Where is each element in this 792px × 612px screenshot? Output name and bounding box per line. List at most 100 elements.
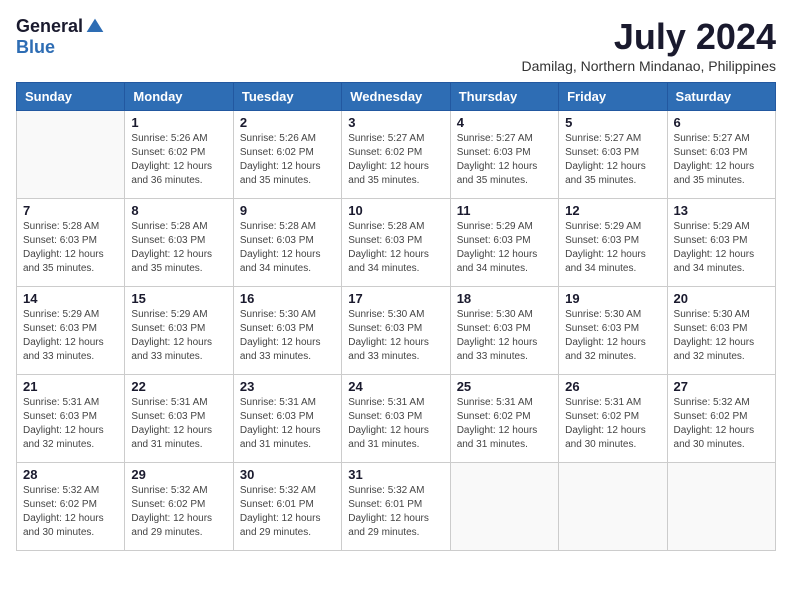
logo-general-text: General <box>16 16 83 37</box>
day-info: Sunrise: 5:27 AM Sunset: 6:03 PM Dayligh… <box>457 132 552 188</box>
day-number: 4 <box>457 115 552 130</box>
weekday-header-row: Sunday Monday Tuesday Wednesday Thursday… <box>17 83 776 111</box>
day-info: Sunrise: 5:31 AM Sunset: 6:03 PM Dayligh… <box>348 396 443 452</box>
day-number: 31 <box>348 467 443 482</box>
table-row: 22Sunrise: 5:31 AM Sunset: 6:03 PM Dayli… <box>125 375 233 463</box>
day-info: Sunrise: 5:29 AM Sunset: 6:03 PM Dayligh… <box>23 308 118 364</box>
title-section: July 2024 Damilag, Northern Mindanao, Ph… <box>522 16 776 74</box>
table-row: 3 Sunrise: 5:27 AM Sunset: 6:02 PM Daylig… <box>342 111 450 199</box>
table-row <box>17 111 125 199</box>
table-row: 10 Sunrise: 5:28 AM Sunset: 6:03 PM Dayli… <box>342 199 450 287</box>
day-number: 9 <box>240 203 335 218</box>
day-number: 21 <box>23 379 118 394</box>
day-number: 2 <box>240 115 335 130</box>
logo-icon <box>85 17 105 37</box>
day-number: 19 <box>565 291 660 306</box>
table-row: 26 Sunrise: 5:31 AM Sunset: 6:02 PM Dayli… <box>559 375 667 463</box>
week-row-2: 7 Sunrise: 5:28 AM Sunset: 6:03 PM Daylig… <box>17 199 776 287</box>
page-header: General Blue July 2024 Damilag, Northern… <box>16 16 776 74</box>
day-number: 17 <box>348 291 443 306</box>
day-number: 1 <box>131 115 226 130</box>
day-info: Sunrise: 5:28 AM Sunset: 6:03 PM Dayligh… <box>348 220 443 276</box>
day-info: Sunrise: 5:26 AM Sunset: 6:02 PM Dayligh… <box>131 132 226 188</box>
day-info: Sunrise: 5:31 AM Sunset: 6:02 PM Dayligh… <box>565 396 660 452</box>
day-number: 14 <box>23 291 118 306</box>
header-monday: Monday <box>125 83 233 111</box>
week-row-5: 28 Sunrise: 5:32 AM Sunset: 6:02 PM Dayli… <box>17 463 776 551</box>
logo-blue-text: Blue <box>16 37 55 58</box>
table-row: 27 Sunrise: 5:32 AM Sunset: 6:02 PM Dayli… <box>667 375 775 463</box>
table-row <box>450 463 558 551</box>
table-row: 4 Sunrise: 5:27 AM Sunset: 6:03 PM Daylig… <box>450 111 558 199</box>
day-info: Sunrise: 5:29 AM Sunset: 6:03 PM Dayligh… <box>457 220 552 276</box>
table-row: 18 Sunrise: 5:30 AM Sunset: 6:03 PM Dayli… <box>450 287 558 375</box>
logo: General Blue <box>16 16 105 58</box>
day-number: 22 <box>131 379 226 394</box>
header-friday: Friday <box>559 83 667 111</box>
table-row: 5Sunrise: 5:27 AM Sunset: 6:03 PM Daylig… <box>559 111 667 199</box>
day-info: Sunrise: 5:30 AM Sunset: 6:03 PM Dayligh… <box>240 308 335 364</box>
day-info: Sunrise: 5:28 AM Sunset: 6:03 PM Dayligh… <box>23 220 118 276</box>
week-row-4: 21 Sunrise: 5:31 AM Sunset: 6:03 PM Dayli… <box>17 375 776 463</box>
week-row-1: 1 Sunrise: 5:26 AM Sunset: 6:02 PM Daylig… <box>17 111 776 199</box>
table-row: 9 Sunrise: 5:28 AM Sunset: 6:03 PM Daylig… <box>233 199 341 287</box>
day-number: 8 <box>131 203 226 218</box>
table-row: 24 Sunrise: 5:31 AM Sunset: 6:03 PM Dayli… <box>342 375 450 463</box>
table-row: 12Sunrise: 5:29 AM Sunset: 6:03 PM Dayli… <box>559 199 667 287</box>
day-info: Sunrise: 5:30 AM Sunset: 6:03 PM Dayligh… <box>348 308 443 364</box>
day-info: Sunrise: 5:29 AM Sunset: 6:03 PM Dayligh… <box>565 220 660 276</box>
month-title: July 2024 <box>522 16 776 58</box>
day-number: 18 <box>457 291 552 306</box>
table-row: 13Sunrise: 5:29 AM Sunset: 6:03 PM Dayli… <box>667 199 775 287</box>
day-number: 7 <box>23 203 118 218</box>
day-number: 23 <box>240 379 335 394</box>
calendar-table: Sunday Monday Tuesday Wednesday Thursday… <box>16 82 776 551</box>
table-row: 16Sunrise: 5:30 AM Sunset: 6:03 PM Dayli… <box>233 287 341 375</box>
table-row: 11Sunrise: 5:29 AM Sunset: 6:03 PM Dayli… <box>450 199 558 287</box>
day-info: Sunrise: 5:27 AM Sunset: 6:02 PM Dayligh… <box>348 132 443 188</box>
day-number: 3 <box>348 115 443 130</box>
day-info: Sunrise: 5:29 AM Sunset: 6:03 PM Dayligh… <box>131 308 226 364</box>
header-thursday: Thursday <box>450 83 558 111</box>
day-info: Sunrise: 5:32 AM Sunset: 6:02 PM Dayligh… <box>23 484 118 540</box>
day-number: 15 <box>131 291 226 306</box>
table-row: 19 Sunrise: 5:30 AM Sunset: 6:03 PM Dayli… <box>559 287 667 375</box>
day-number: 29 <box>131 467 226 482</box>
table-row: 21 Sunrise: 5:31 AM Sunset: 6:03 PM Dayli… <box>17 375 125 463</box>
day-number: 25 <box>457 379 552 394</box>
day-number: 27 <box>674 379 769 394</box>
week-row-3: 14 Sunrise: 5:29 AM Sunset: 6:03 PM Dayli… <box>17 287 776 375</box>
table-row: 1 Sunrise: 5:26 AM Sunset: 6:02 PM Daylig… <box>125 111 233 199</box>
location: Damilag, Northern Mindanao, Philippines <box>522 58 776 74</box>
day-number: 20 <box>674 291 769 306</box>
table-row: 7 Sunrise: 5:28 AM Sunset: 6:03 PM Daylig… <box>17 199 125 287</box>
table-row: 29Sunrise: 5:32 AM Sunset: 6:02 PM Dayli… <box>125 463 233 551</box>
table-row <box>559 463 667 551</box>
table-row: 17 Sunrise: 5:30 AM Sunset: 6:03 PM Dayli… <box>342 287 450 375</box>
table-row: 20Sunrise: 5:30 AM Sunset: 6:03 PM Dayli… <box>667 287 775 375</box>
day-info: Sunrise: 5:26 AM Sunset: 6:02 PM Dayligh… <box>240 132 335 188</box>
table-row: 28 Sunrise: 5:32 AM Sunset: 6:02 PM Dayli… <box>17 463 125 551</box>
day-info: Sunrise: 5:31 AM Sunset: 6:02 PM Dayligh… <box>457 396 552 452</box>
header-sunday: Sunday <box>17 83 125 111</box>
table-row: 30Sunrise: 5:32 AM Sunset: 6:01 PM Dayli… <box>233 463 341 551</box>
header-tuesday: Tuesday <box>233 83 341 111</box>
day-info: Sunrise: 5:27 AM Sunset: 6:03 PM Dayligh… <box>565 132 660 188</box>
day-info: Sunrise: 5:30 AM Sunset: 6:03 PM Dayligh… <box>457 308 552 364</box>
day-number: 24 <box>348 379 443 394</box>
day-info: Sunrise: 5:31 AM Sunset: 6:03 PM Dayligh… <box>23 396 118 452</box>
day-info: Sunrise: 5:31 AM Sunset: 6:03 PM Dayligh… <box>240 396 335 452</box>
day-info: Sunrise: 5:30 AM Sunset: 6:03 PM Dayligh… <box>565 308 660 364</box>
table-row: 2 Sunrise: 5:26 AM Sunset: 6:02 PM Daylig… <box>233 111 341 199</box>
day-number: 28 <box>23 467 118 482</box>
day-info: Sunrise: 5:32 AM Sunset: 6:02 PM Dayligh… <box>674 396 769 452</box>
day-number: 26 <box>565 379 660 394</box>
table-row: 14 Sunrise: 5:29 AM Sunset: 6:03 PM Dayli… <box>17 287 125 375</box>
header-wednesday: Wednesday <box>342 83 450 111</box>
table-row: 31Sunrise: 5:32 AM Sunset: 6:01 PM Dayli… <box>342 463 450 551</box>
day-info: Sunrise: 5:32 AM Sunset: 6:01 PM Dayligh… <box>240 484 335 540</box>
day-info: Sunrise: 5:28 AM Sunset: 6:03 PM Dayligh… <box>131 220 226 276</box>
day-info: Sunrise: 5:28 AM Sunset: 6:03 PM Dayligh… <box>240 220 335 276</box>
table-row: 6Sunrise: 5:27 AM Sunset: 6:03 PM Daylig… <box>667 111 775 199</box>
day-number: 10 <box>348 203 443 218</box>
